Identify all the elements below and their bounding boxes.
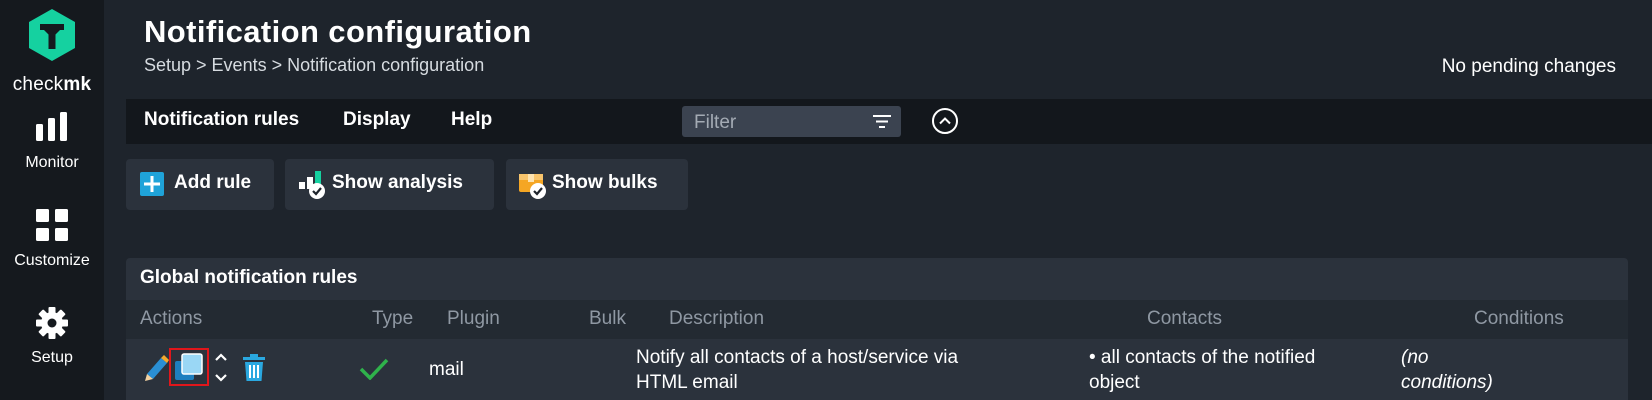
add-rule-button[interactable]: Add rule [126,159,274,210]
table-row: mail Notify all contacts of a host/servi… [126,340,1628,400]
column-description: Description [669,308,765,329]
gear-icon [36,307,68,339]
column-conditions: Conditions [1474,308,1564,329]
sidebar-label-monitor: Monitor [25,154,79,171]
add-rule-label: Add rule [174,172,252,193]
menu-display[interactable]: Display [343,109,411,131]
delete-trash-icon[interactable] [243,354,265,382]
breadcrumb[interactable]: Setup > Events > Notification configurat… [144,55,484,76]
customize-grid-icon [35,209,68,241]
checkmark-icon [359,358,389,380]
logo-text-mk: mk [63,74,92,95]
sidebar-label-setup: Setup [31,349,73,366]
clone-icon[interactable] [175,353,203,381]
sidebar: checkmk Monitor Customize Setup [0,0,104,400]
page-title: Notification configuration [144,14,532,49]
analysis-icon [299,171,325,199]
panel-title: Global notification rules [140,267,358,288]
sidebar-label-customize: Customize [14,252,90,269]
description-line-1: Notify all contacts of a host/service vi… [636,347,959,368]
description-line-2: HTML email [636,372,738,393]
menu-notification-rules[interactable]: Notification rules [144,109,299,131]
move-up-down-icon[interactable] [214,351,228,385]
show-bulks-label: Show bulks [552,172,658,193]
column-actions: Actions [140,308,203,329]
contacts-line-2: object [1089,372,1140,393]
bulks-box-icon [519,174,546,199]
conditions-cell: (no conditions) [1401,345,1601,395]
menu-bar: Notification rules Display Help [126,99,1652,144]
menu-help[interactable]: Help [451,109,492,131]
add-plus-icon [140,172,164,196]
conditions-line-1: (no [1401,347,1429,368]
column-contacts: Contacts [1147,308,1222,329]
conditions-line-2: conditions) [1401,372,1493,393]
checkmk-logo-icon [29,9,75,61]
logo-text-check: check [12,74,64,95]
filter-box [682,106,901,139]
pending-changes-status[interactable]: No pending changes [1442,56,1616,78]
sidebar-item-monitor[interactable]: Monitor [0,112,104,172]
show-analysis-label: Show analysis [332,172,463,193]
column-plugin: Plugin [447,308,500,329]
contacts-line-1: • all contacts of the notified [1089,347,1316,368]
monitor-bars-icon [36,112,67,141]
edit-pencil-icon[interactable] [143,354,169,382]
sidebar-item-setup[interactable]: Setup [0,306,104,367]
table-header: Actions Type Plugin Bulk Description Con… [126,300,1628,339]
filter-icon[interactable] [873,114,891,129]
global-rules-panel: Global notification rules Actions Type P… [126,258,1628,400]
column-type: Type [372,308,414,329]
column-bulk: Bulk [589,308,626,329]
show-analysis-button[interactable]: Show analysis [285,159,494,210]
sidebar-item-customize[interactable]: Customize [0,209,104,270]
show-bulks-button[interactable]: Show bulks [506,159,688,210]
contacts-cell: • all contacts of the notified object [1089,345,1379,395]
plugin-cell: mail [429,359,464,380]
collapse-chevron-up-icon[interactable] [931,107,959,135]
filter-input[interactable] [692,106,871,139]
description-cell: Notify all contacts of a host/service vi… [636,345,1006,395]
